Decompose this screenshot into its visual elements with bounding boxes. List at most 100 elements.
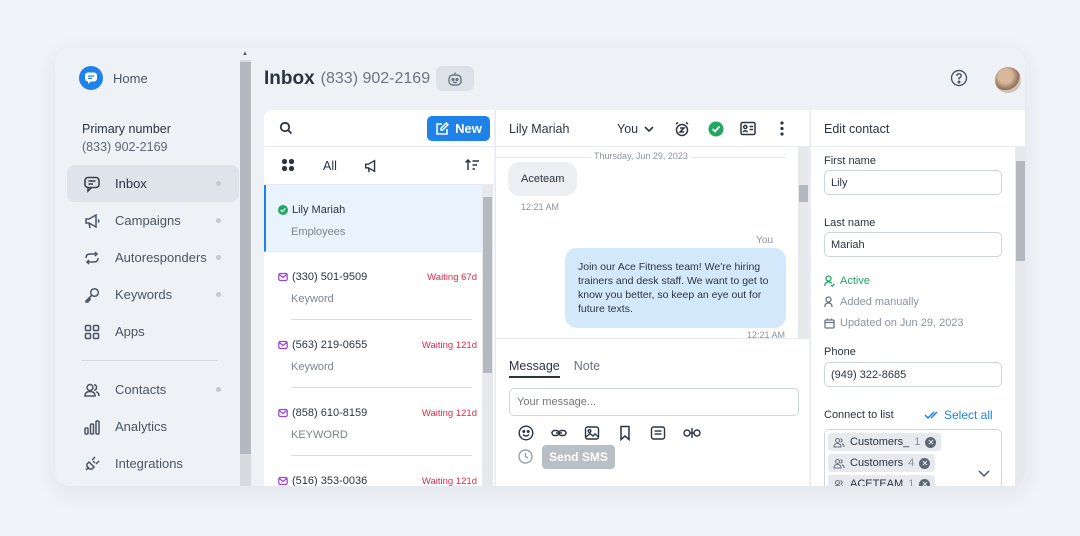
chevron-down-icon[interactable]: [978, 467, 990, 481]
status-dot: [216, 255, 221, 260]
list-chip-count: 1: [914, 436, 921, 448]
phone-field[interactable]: [824, 362, 1002, 387]
shortcode-icon[interactable]: [683, 425, 701, 444]
chevron-down-icon: [644, 125, 654, 132]
help-icon[interactable]: [950, 69, 968, 87]
first-name-field[interactable]: [824, 170, 1002, 195]
incoming-message: Aceteam: [508, 162, 578, 196]
avatar[interactable]: [995, 67, 1021, 93]
list-chip: ACETEAM 1 ✕: [828, 475, 936, 486]
more-vertical-icon[interactable]: [780, 121, 784, 139]
thread-scrollbar[interactable]: [798, 147, 809, 338]
list-scrollbar[interactable]: [482, 185, 493, 486]
composer-toolbar: [518, 425, 701, 444]
sidebar-scrollbar[interactable]: [240, 60, 251, 486]
list-chip: Customers 4 ✕: [828, 454, 936, 472]
assignee-dropdown[interactable]: You: [617, 122, 654, 136]
send-sms-button[interactable]: Send SMS: [542, 445, 615, 469]
scrollbar-thumb[interactable]: [799, 185, 808, 202]
home-link[interactable]: Home: [79, 66, 148, 90]
scrollbar-thumb[interactable]: [483, 197, 492, 373]
sidebar-item-apps[interactable]: Apps: [67, 313, 239, 350]
sidebar-item-label: Analytics: [115, 419, 168, 434]
status-text: Active: [840, 275, 870, 287]
calendar-icon: [824, 318, 835, 329]
list-chip-name: Customers_: [850, 436, 910, 448]
group-icon: [833, 458, 845, 469]
filter-all-tab[interactable]: All: [323, 159, 337, 173]
new-message-button[interactable]: New: [427, 116, 490, 141]
bar-chart-icon: [82, 417, 102, 437]
megaphone-filter-icon[interactable]: [363, 158, 379, 177]
list-item[interactable]: (858) 610-8159 KEYWORD Waiting 121d: [264, 388, 483, 455]
chat-contact-name: Lily Mariah: [509, 122, 570, 136]
bookmark-icon[interactable]: [617, 425, 633, 444]
phone-label: Phone: [824, 346, 856, 358]
scrollbar-thumb[interactable]: [1016, 161, 1025, 261]
waiting-badge: Waiting 121d: [421, 476, 477, 486]
last-name-field[interactable]: [824, 232, 1002, 257]
sidebar-item-contacts[interactable]: Contacts: [67, 371, 239, 408]
select-all-button[interactable]: Select all: [924, 408, 993, 422]
sidebar-item-label: Keywords: [115, 287, 173, 302]
check-circle-icon: [278, 205, 288, 215]
tab-note[interactable]: Note: [574, 359, 600, 378]
group-icon: [834, 479, 844, 486]
primary-number-value: (833) 902-2169: [82, 140, 168, 154]
last-name-label: Last name: [824, 217, 876, 229]
bot-button[interactable]: [436, 66, 475, 91]
select-all-label: Select all: [944, 408, 993, 422]
remove-chip-icon[interactable]: ✕: [919, 478, 931, 486]
sidebar-item-inbox[interactable]: Inbox: [67, 165, 239, 202]
conversation-contact: (516) 353-0036: [278, 475, 367, 486]
sort-icon[interactable]: [464, 158, 480, 175]
conversation-name: (516) 353-0036: [292, 475, 368, 486]
waiting-badge: Waiting 67d: [427, 272, 477, 283]
waiting-badge: Waiting 121d: [421, 340, 477, 351]
scrollbar-thumb[interactable]: [240, 62, 251, 454]
message-input[interactable]: [509, 388, 799, 416]
image-icon[interactable]: [584, 425, 600, 444]
status-dot: [216, 218, 221, 223]
scroll-up-arrow-icon[interactable]: ▲: [242, 51, 248, 57]
template-icon[interactable]: [650, 425, 666, 444]
megaphone-icon: [82, 211, 102, 231]
list-item[interactable]: (563) 219-0655 Keyword Waiting 121d: [264, 320, 483, 387]
sidebar-item-label: Autoresponders: [115, 250, 207, 265]
list-item[interactable]: Lily Mariah Employees: [264, 185, 483, 252]
link-icon[interactable]: [551, 425, 567, 444]
conversation-name: Lily Mariah: [292, 204, 346, 216]
list-item[interactable]: (516) 353-0036 Waiting 121d: [264, 456, 483, 486]
grid-view-icon[interactable]: [281, 158, 295, 175]
sidebar-item-label: Inbox: [115, 176, 147, 191]
list-toolbar: New: [264, 110, 494, 147]
sidebar-item-autoresponders[interactable]: Autoresponders: [67, 239, 239, 276]
snooze-icon[interactable]: [674, 121, 690, 140]
sidebar: Home Primary number (833) 902-2169 Inbox…: [55, 48, 240, 486]
schedule-clock-icon[interactable]: [518, 449, 533, 467]
tab-message[interactable]: Message: [509, 359, 560, 378]
emoji-icon[interactable]: [518, 425, 534, 444]
resolve-check-icon[interactable]: [708, 121, 724, 140]
added-info: Added manually: [824, 296, 919, 308]
app-window: Home Primary number (833) 902-2169 Inbox…: [55, 48, 1025, 486]
sidebar-item-campaigns[interactable]: Campaigns: [67, 202, 239, 239]
app-logo-icon: [79, 66, 103, 90]
edit-panel-scrollbar[interactable]: [1015, 147, 1025, 486]
double-check-icon: [924, 411, 938, 420]
list-item[interactable]: (330) 501-9509 Keyword Waiting 67d: [264, 252, 483, 319]
status-badge: Active: [824, 275, 870, 287]
list-chip-name: Customers: [850, 457, 904, 469]
search-icon[interactable]: [279, 121, 293, 138]
conversation-tag: Employees: [291, 226, 346, 238]
remove-chip-icon[interactable]: ✕: [925, 436, 937, 448]
list-chip-name: ACETEAM: [850, 478, 904, 486]
remove-chip-icon[interactable]: ✕: [919, 457, 931, 469]
sidebar-item-analytics[interactable]: Analytics: [67, 408, 239, 445]
sidebar-item-integrations[interactable]: Integrations: [67, 445, 239, 482]
incoming-timestamp: 12:21 AM: [521, 202, 560, 212]
conversation-name: (858) 610-8159: [292, 407, 368, 419]
list-multiselect[interactable]: Customers_ 1 ✕ Customers 4 ✕ ACETEAM 1 ✕: [824, 429, 1002, 486]
sidebar-item-keywords[interactable]: Keywords: [67, 276, 239, 313]
contact-card-icon[interactable]: [740, 121, 756, 139]
